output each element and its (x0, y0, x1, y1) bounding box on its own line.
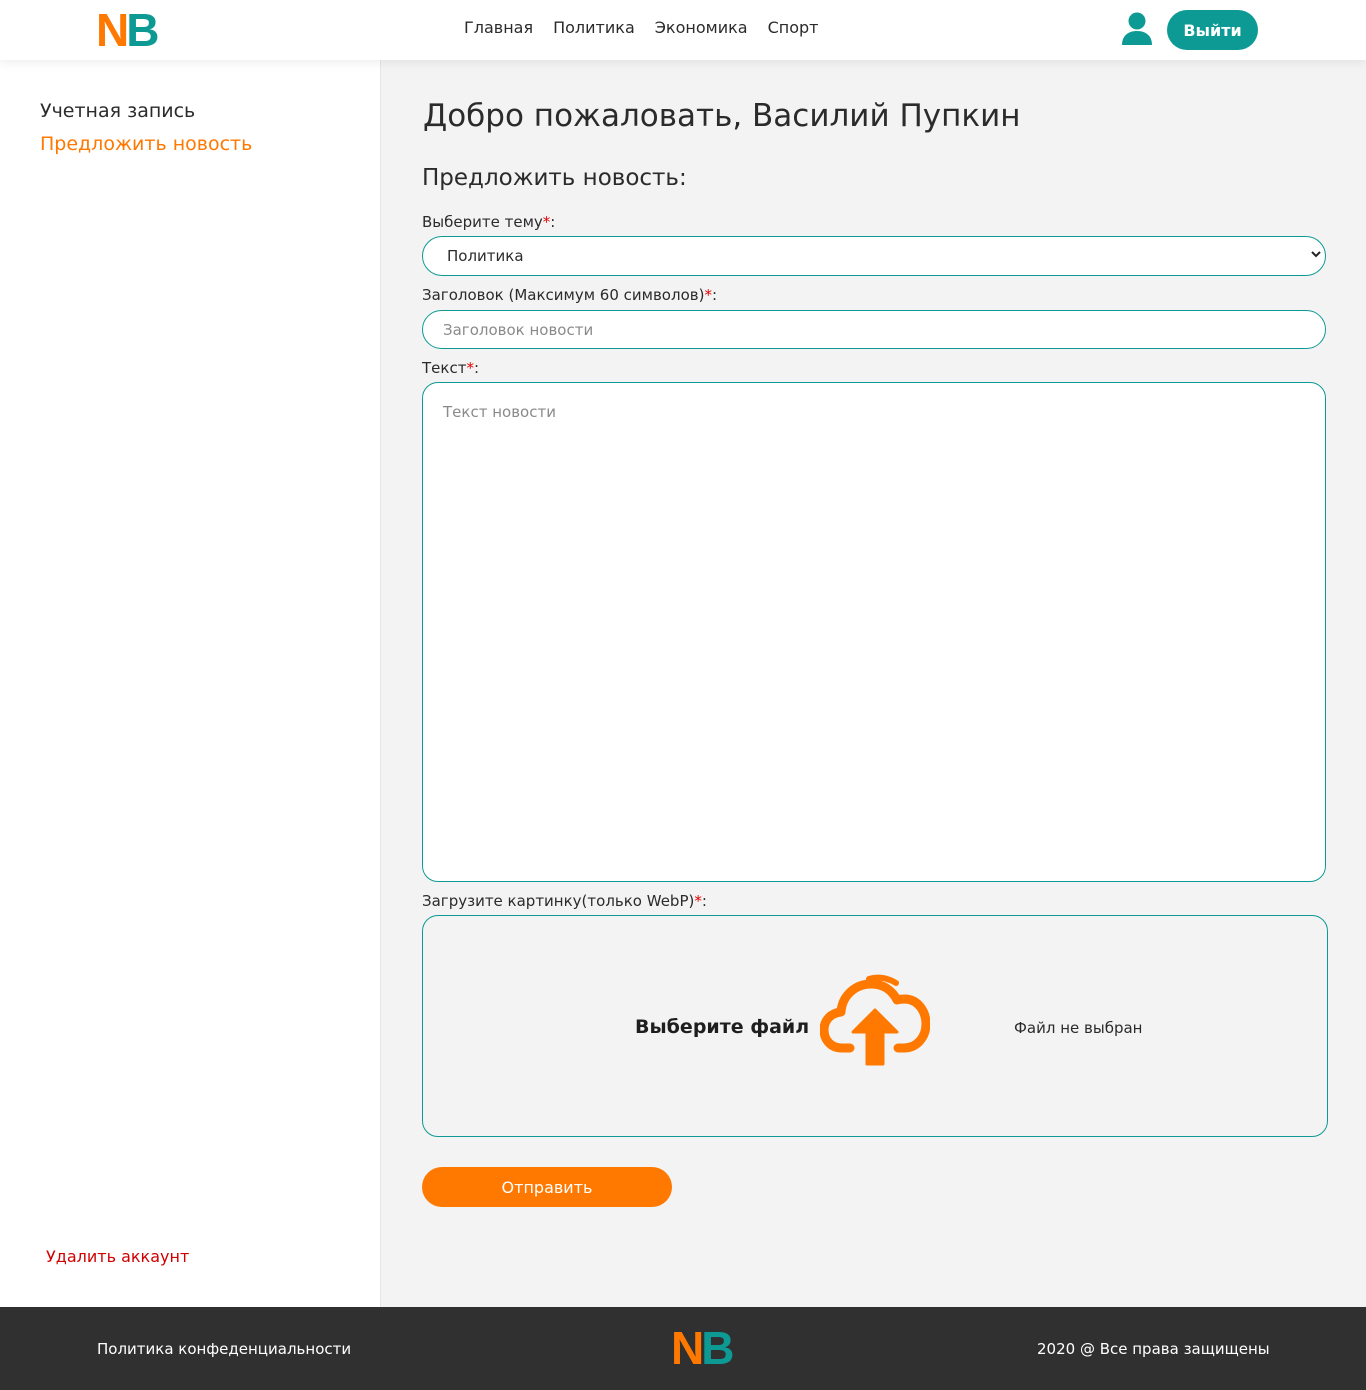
required-mark: * (466, 359, 474, 377)
logout-button[interactable]: Выйти (1167, 10, 1258, 50)
cloud-upload-icon[interactable] (820, 974, 930, 1069)
page-title: Добро пожаловать, Василий Пупкин (423, 98, 1021, 134)
nav-link-sport[interactable]: Спорт (768, 18, 819, 37)
site-logo[interactable]: NB (96, 7, 159, 53)
topic-select[interactable]: Политика (422, 236, 1326, 276)
logo-letter-b: B (126, 4, 160, 56)
text-label: Текст*: (422, 359, 479, 377)
user-icon[interactable] (1121, 12, 1153, 46)
submit-button[interactable]: Отправить (422, 1167, 672, 1207)
nav-link-home[interactable]: Главная (464, 18, 533, 37)
form-title: Предложить новость: (422, 165, 687, 191)
logo-letter-n: N (96, 4, 130, 56)
topic-label-text: Выберите тему (422, 213, 543, 231)
headline-input[interactable] (422, 310, 1326, 349)
privacy-policy-link[interactable]: Политика конфеденциальности (97, 1340, 351, 1358)
copyright-text: 2020 @ Все права защищены (1037, 1340, 1270, 1358)
label-suffix: : (701, 892, 707, 910)
delete-account-link[interactable]: Удалить аккаунт (46, 1247, 189, 1266)
headline-label: Заголовок (Максимум 60 символов)*: (422, 286, 717, 304)
footer-logo[interactable]: NB (671, 1325, 734, 1371)
sidebar-item-account[interactable]: Учетная запись (40, 100, 195, 122)
image-label: Загрузите картинку(только WebP)*: (422, 892, 707, 910)
label-suffix: : (711, 286, 717, 304)
chevron-down-icon (1311, 251, 1321, 258)
label-suffix: : (473, 359, 479, 377)
nav-link-politics[interactable]: Политика (553, 18, 635, 37)
topic-label: Выберите тему*: (422, 213, 555, 231)
image-upload-dropzone[interactable]: Выберите файл Файл не выбран (422, 915, 1328, 1137)
logo-letter-n: N (671, 1322, 705, 1374)
image-label-text: Загрузите картинку(только WebP) (422, 892, 695, 910)
required-mark: * (694, 892, 702, 910)
label-suffix: : (550, 213, 556, 231)
account-sidebar: Учетная запись Предложить новость Удалит… (0, 60, 381, 1307)
sidebar-item-suggest-news[interactable]: Предложить новость (40, 133, 252, 155)
required-mark: * (704, 286, 712, 304)
site-footer: Политика конфеденциальности NB 2020 @ Вс… (0, 1307, 1366, 1390)
file-status-text: Файл не выбран (1014, 1019, 1143, 1037)
main-content: Добро пожаловать, Василий Пупкин Предлож… (381, 60, 1366, 1307)
headline-label-text: Заголовок (Максимум 60 символов) (422, 286, 705, 304)
main-nav: Главная Политика Экономика Спорт (464, 18, 818, 37)
text-label-text: Текст (422, 359, 467, 377)
nav-link-economy[interactable]: Экономика (655, 18, 748, 37)
news-text-area[interactable] (422, 382, 1326, 882)
site-header: NB Главная Политика Экономика Спорт Выйт… (0, 0, 1366, 60)
logo-letter-b: B (701, 1322, 735, 1374)
choose-file-button[interactable]: Выберите файл (635, 1016, 809, 1038)
